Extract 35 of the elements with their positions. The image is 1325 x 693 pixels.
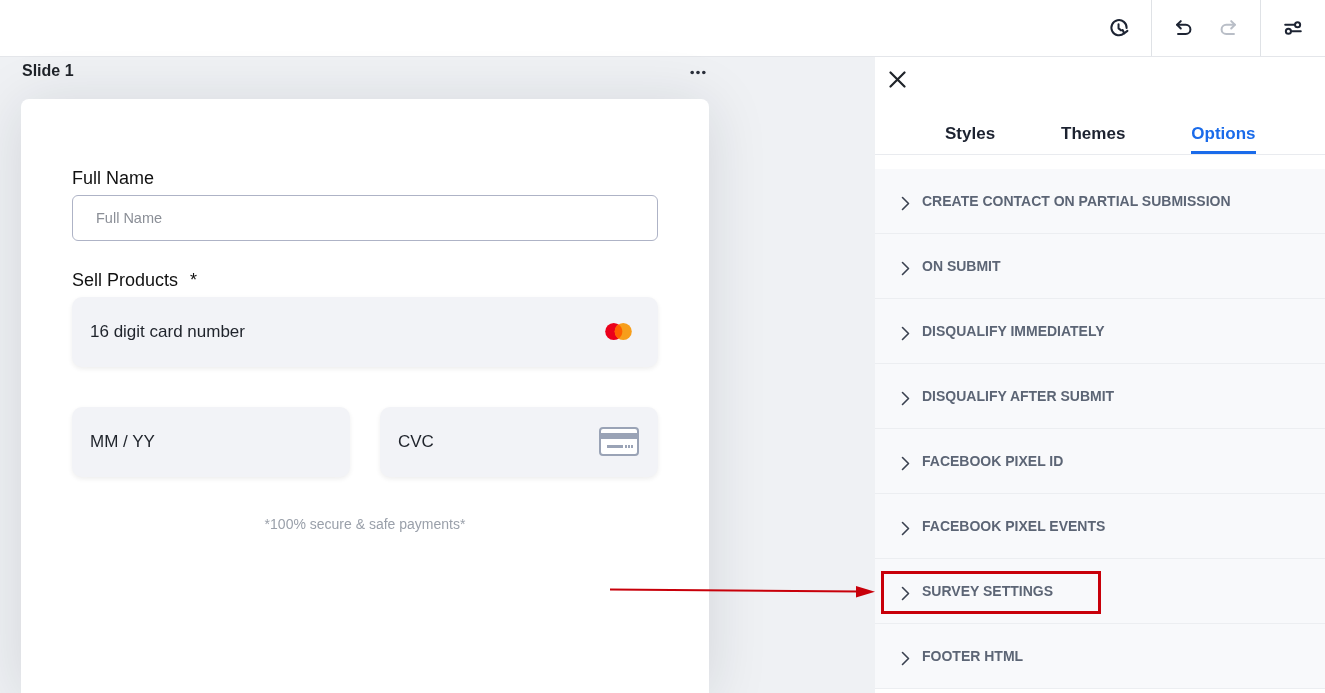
full-name-field[interactable]: Full Name (72, 195, 658, 241)
secure-payment-note: *100% secure & safe payments* (263, 515, 467, 534)
field-label: Sell Products (72, 269, 179, 291)
section-label: DISQUALIFY IMMEDIATELY (922, 321, 1105, 341)
options-section-item[interactable]: CREATE CONTACT ON PARTIAL SUBMISSION (875, 169, 1325, 234)
section-label: FOOTER HTML (922, 646, 1024, 666)
options-section-item[interactable]: DISQUALIFY IMMEDIATELY (875, 299, 1325, 364)
section-label: FACEBOOK PIXEL EVENTS (922, 516, 1106, 536)
section-label: CREATE CONTACT ON PARTIAL SUBMISSION (922, 191, 1231, 211)
section-label: FACEBOOK PIXEL ID (922, 451, 1064, 471)
slide-title: Slide 1 (22, 61, 74, 81)
card-brand-icon (604, 322, 633, 341)
field-label: Full Name (72, 167, 156, 189)
options-section-item[interactable]: ON SUBMIT (875, 234, 1325, 299)
required-mark: * (190, 269, 198, 291)
cvc-field[interactable]: CVC (380, 407, 658, 477)
more-button[interactable] (690, 70, 706, 75)
history-icon (1108, 17, 1130, 39)
options-section-item[interactable]: DISQUALIFY AFTER SUBMIT (875, 364, 1325, 429)
options-section-item[interactable]: SURVEY SETTINGS (875, 559, 1325, 624)
options-section-item[interactable]: FOOTER HTML (875, 624, 1325, 689)
credit-card-icon (599, 427, 639, 456)
expiry-field[interactable]: MM / YY (72, 407, 350, 477)
close-button[interactable] (889, 71, 906, 88)
options-section-item[interactable]: FACEBOOK PIXEL EVENTS (875, 494, 1325, 559)
panel-tab[interactable]: Themes (1061, 104, 1126, 154)
section-label: ON SUBMIT (922, 256, 1001, 276)
section-label: DISQUALIFY AFTER SUBMIT (922, 386, 1115, 406)
section-label: SURVEY SETTINGS (922, 581, 1053, 601)
more-icon (690, 70, 706, 75)
card-number-field[interactable]: 16 digit card number (72, 297, 658, 367)
panel-tab[interactable]: Options (1191, 104, 1256, 154)
close-icon (889, 71, 906, 88)
options-section-item[interactable]: FACEBOOK PIXEL ID (875, 429, 1325, 494)
panel-tab[interactable]: Styles (945, 104, 996, 154)
